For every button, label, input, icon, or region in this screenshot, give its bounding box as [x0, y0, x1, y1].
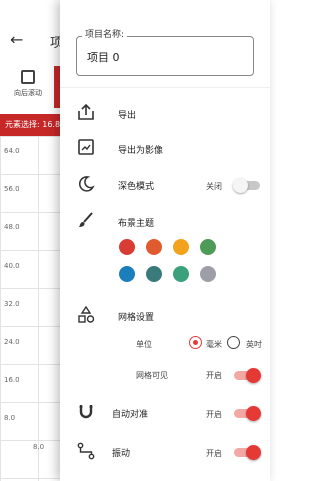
menu-item-theme: 布景主题 — [60, 210, 270, 230]
theme-swatch[interactable] — [146, 266, 162, 282]
unit-label: 单位 — [136, 340, 152, 349]
moon-icon — [78, 176, 95, 192]
project-name-value[interactable]: 项目 0 — [87, 49, 120, 65]
ruler-tick: 24.0 — [4, 338, 20, 346]
snap-label: 自动对准 — [112, 410, 149, 420]
scroll-back-label: 向后滚动 — [14, 89, 42, 97]
settings-drawer: 项目 0 项目名称: 导出 导出为影像 深色模式 关闭 布景主题 网格设置 单位… — [60, 0, 270, 481]
scroll-back-tool[interactable]: 向后滚动 — [8, 70, 48, 98]
snap-toggle[interactable] — [234, 406, 261, 421]
menu-item-dark-mode[interactable]: 深色模式 关闭 — [60, 174, 270, 194]
ruler-tick: 16.0 — [4, 376, 20, 384]
brush-icon — [79, 212, 93, 227]
grid-visible-toggle[interactable] — [234, 368, 261, 383]
unit-mm-label[interactable]: 毫米 — [206, 339, 222, 350]
snap-state: 开启 — [206, 410, 222, 419]
share-icon — [78, 103, 94, 120]
ruler-tick: 40.0 — [4, 262, 20, 270]
toggle-knob — [233, 178, 248, 193]
export-image-label: 导出为影像 — [118, 146, 164, 156]
dark-mode-state: 关闭 — [206, 182, 222, 191]
menu-item-export-image[interactable]: 导出为影像 — [60, 137, 270, 157]
ruler-tick: 8.0 — [4, 414, 16, 422]
theme-swatch[interactable] — [173, 239, 189, 255]
toggle-knob — [246, 406, 261, 421]
unit-inch-radio[interactable] — [227, 336, 240, 349]
grid-visible-label: 网格可见 — [136, 371, 168, 380]
menu-item-vibration[interactable]: 振动 开启 — [60, 441, 270, 461]
route-icon — [77, 442, 95, 460]
theme-swatch[interactable] — [200, 239, 216, 255]
export-label: 导出 — [118, 111, 137, 121]
divider — [60, 87, 270, 88]
dark-mode-toggle[interactable] — [233, 178, 260, 193]
back-arrow-icon[interactable]: ← — [10, 30, 23, 49]
toggle-knob — [246, 445, 261, 460]
menu-item-grid-settings: 网格设置 — [60, 305, 270, 325]
ruler-tick-bottom: 8.0 — [33, 443, 45, 451]
focus-frame-icon — [21, 70, 35, 84]
unit-inch-label[interactable]: 英吋 — [246, 339, 262, 350]
toggle-knob — [246, 368, 261, 383]
theme-label: 布景主题 — [118, 219, 155, 229]
shapes-icon — [78, 305, 95, 323]
ruler-tick: 56.0 — [4, 185, 20, 193]
project-name-label: 项目名称: — [82, 27, 128, 40]
vibration-label: 振动 — [112, 449, 131, 459]
theme-swatch[interactable] — [146, 239, 162, 255]
theme-swatch[interactable] — [200, 266, 216, 282]
image-export-icon — [78, 139, 94, 155]
magnet-icon — [79, 405, 93, 419]
ruler-tick: 48.0 — [4, 223, 20, 231]
project-name-field[interactable]: 项目 0 — [76, 36, 254, 76]
ruler-tick: 32.0 — [4, 300, 20, 308]
theme-swatch[interactable] — [119, 239, 135, 255]
ruler-tick: 64.0 — [4, 147, 20, 155]
grid-visible-state: 开启 — [206, 371, 222, 380]
vibration-toggle[interactable] — [234, 445, 261, 460]
menu-item-snap[interactable]: 自动对准 开启 — [60, 402, 270, 422]
theme-swatch[interactable] — [173, 266, 189, 282]
menu-item-export[interactable]: 导出 — [60, 102, 270, 122]
unit-mm-radio[interactable] — [189, 336, 202, 349]
grid-settings-label: 网格设置 — [118, 313, 155, 323]
vibration-state: 开启 — [206, 449, 222, 458]
theme-swatch[interactable] — [119, 266, 135, 282]
dark-mode-label: 深色模式 — [118, 182, 155, 192]
